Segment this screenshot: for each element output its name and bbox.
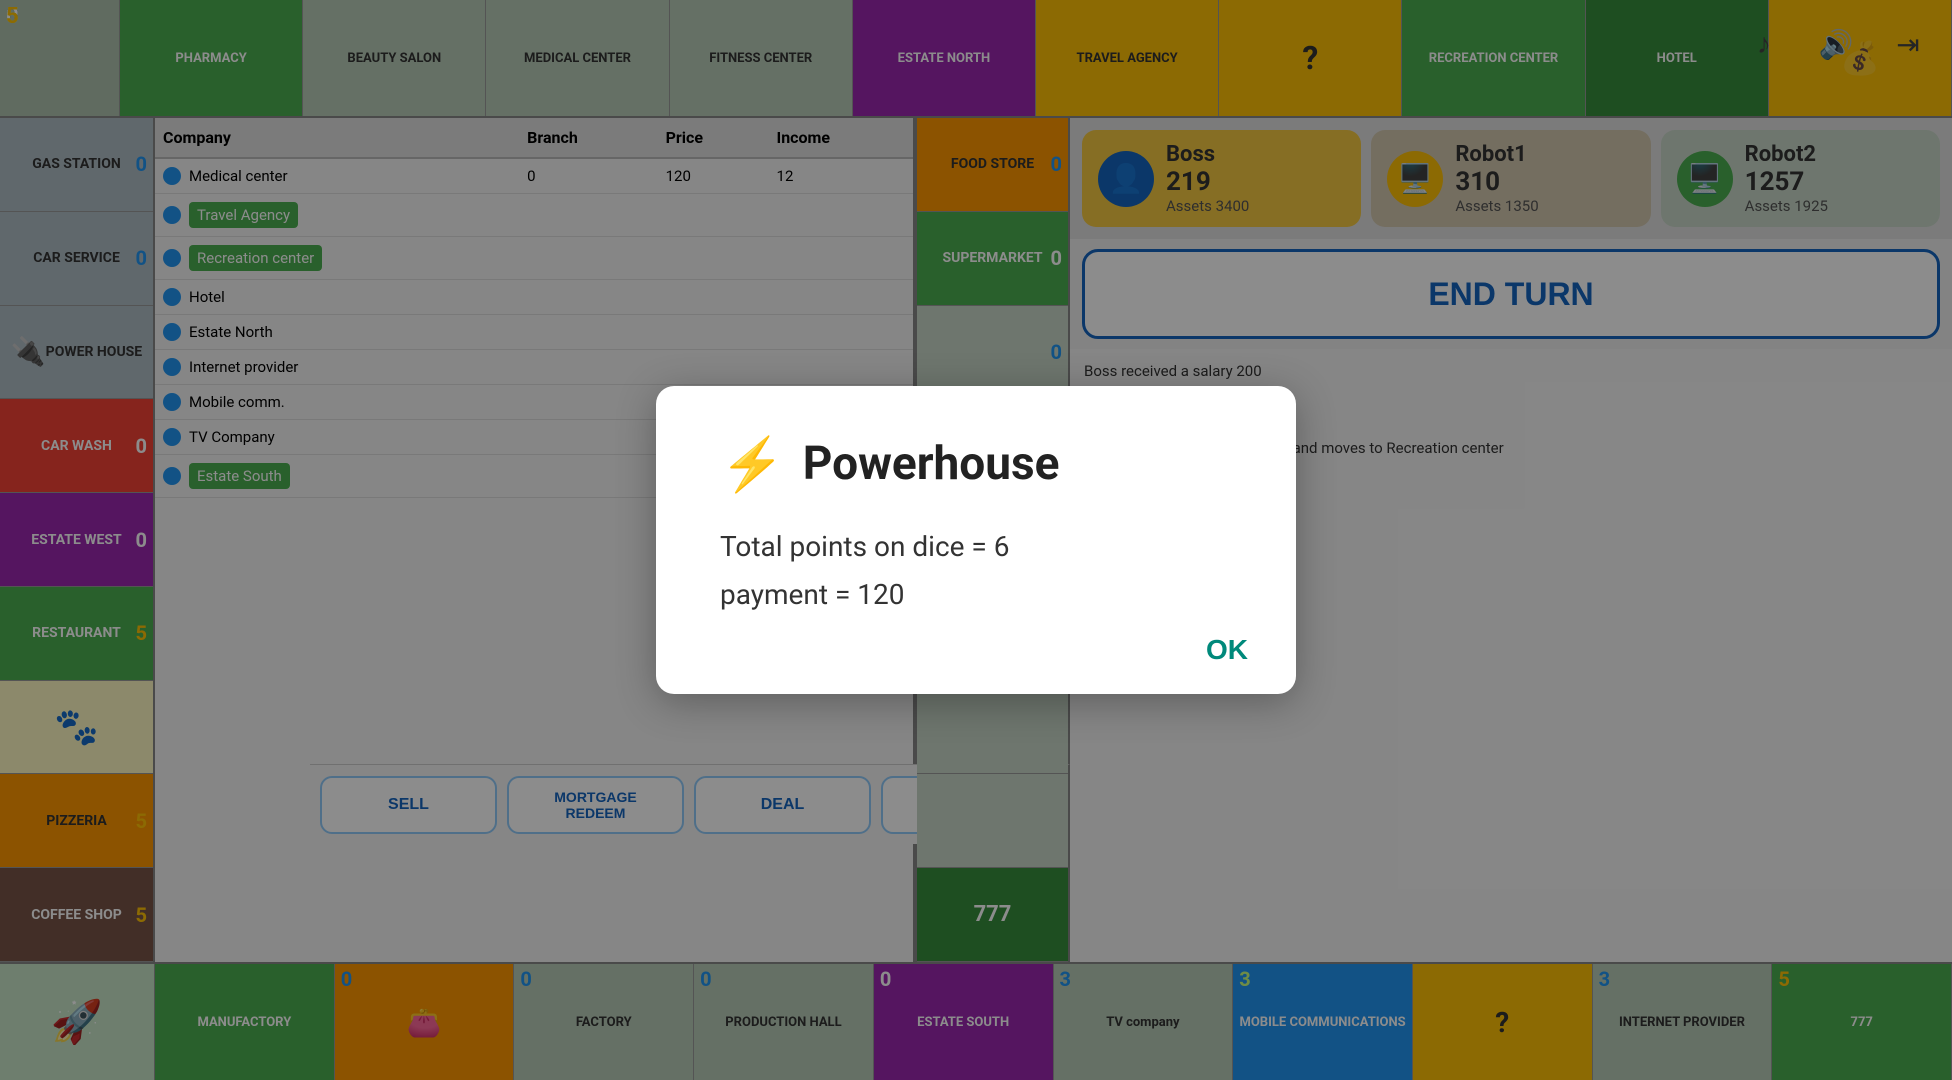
modal-body-line2: payment = 120 <box>720 571 1232 619</box>
modal-overlay[interactable]: ⚡ Powerhouse Total points on dice = 6 pa… <box>0 0 1952 1080</box>
modal-body: Total points on dice = 6 payment = 120 <box>720 523 1232 618</box>
modal-ok-button[interactable]: OK <box>1206 634 1248 666</box>
modal-title-row: ⚡ Powerhouse <box>720 434 1232 495</box>
modal-bolt-icon: ⚡ <box>720 434 785 495</box>
modal-body-line1: Total points on dice = 6 <box>720 523 1232 571</box>
modal-title: Powerhouse <box>803 437 1060 491</box>
modal-box: ⚡ Powerhouse Total points on dice = 6 pa… <box>656 386 1296 694</box>
